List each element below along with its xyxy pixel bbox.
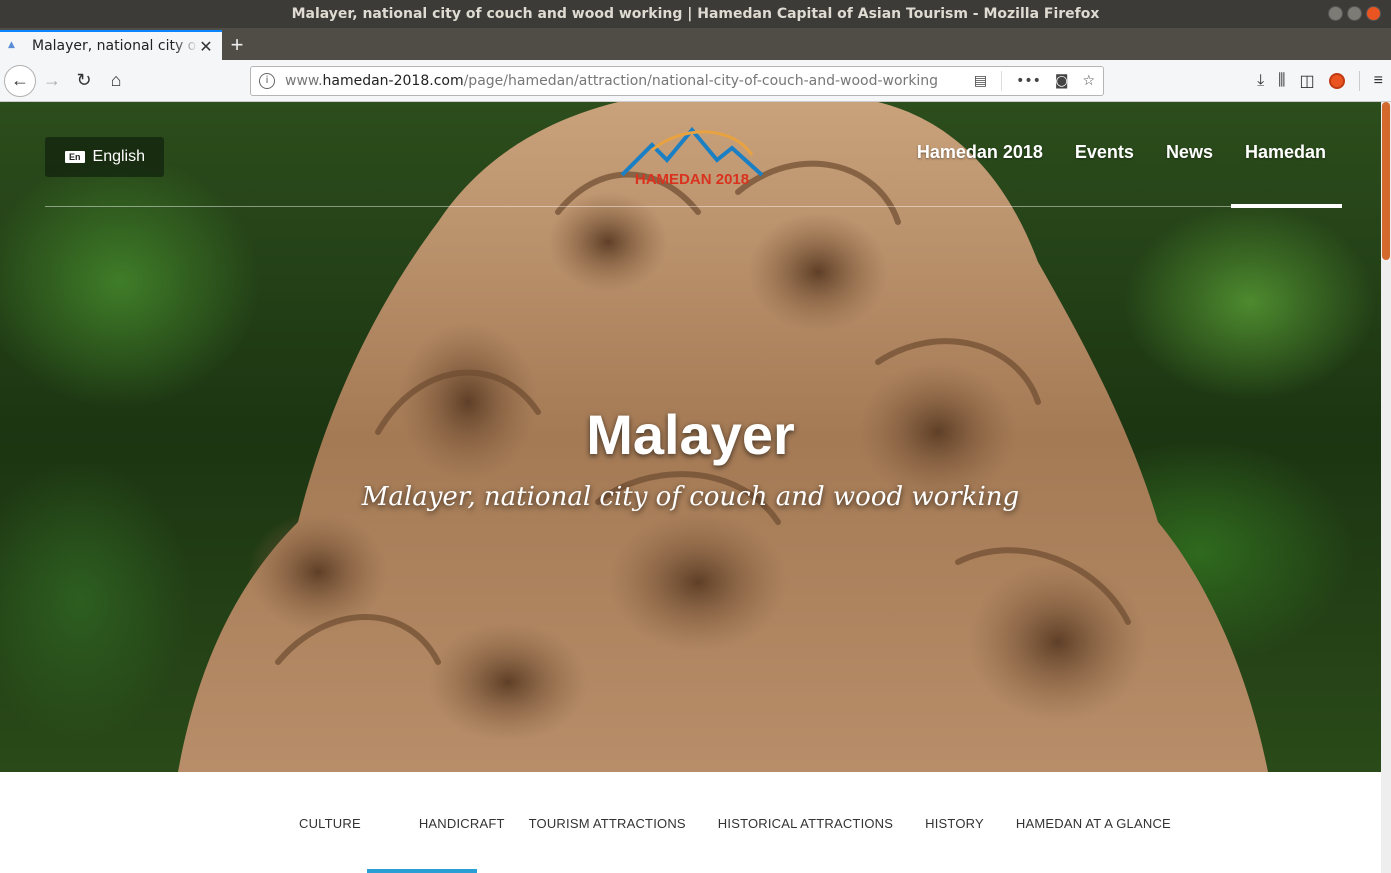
maximize-button[interactable] bbox=[1347, 6, 1362, 21]
reload-button[interactable]: ↻ bbox=[68, 65, 100, 97]
nav-events[interactable]: Events bbox=[1075, 142, 1134, 163]
logo-text: HAMEDAN 2018 bbox=[635, 171, 749, 188]
nav-hamedan-2018[interactable]: Hamedan 2018 bbox=[917, 142, 1043, 163]
page-actions-icon[interactable]: ••• bbox=[1016, 73, 1041, 89]
new-tab-button[interactable]: + bbox=[222, 30, 252, 60]
active-subnav-indicator bbox=[367, 869, 477, 873]
url-bar[interactable]: i www.hamedan-2018.com/page/hamedan/attr… bbox=[250, 66, 1104, 96]
bookmark-star-icon[interactable]: ☆ bbox=[1082, 73, 1095, 89]
page-scrollbar[interactable] bbox=[1381, 102, 1391, 873]
page-content: En English HAMEDAN 2018 Hamedan 2018 Eve… bbox=[0, 102, 1381, 873]
window-title: Malayer, national city of couch and wood… bbox=[291, 6, 1100, 22]
sidebar-icon[interactable]: ◫ bbox=[1300, 71, 1315, 91]
home-button[interactable]: ⌂ bbox=[100, 65, 132, 97]
active-nav-indicator bbox=[1231, 204, 1342, 208]
subnav-historical-attractions[interactable]: HISTORICAL ATTRACTIONS bbox=[702, 816, 909, 831]
url-prefix: www. bbox=[285, 73, 323, 89]
subnav-history[interactable]: HISTORY bbox=[909, 816, 1000, 831]
language-switcher[interactable]: En English bbox=[45, 137, 164, 177]
hero-title: Malayer bbox=[586, 403, 795, 466]
browser-tab[interactable]: ▲ Malayer, national city of couch and wo… bbox=[0, 30, 222, 60]
window-close-button[interactable] bbox=[1366, 6, 1381, 21]
nav-news[interactable]: News bbox=[1166, 142, 1213, 163]
forward-button[interactable]: → bbox=[36, 65, 68, 97]
minimize-button[interactable] bbox=[1328, 6, 1343, 21]
tab-close-icon[interactable]: ✕ bbox=[198, 37, 214, 56]
hamedan-2018-logo[interactable]: HAMEDAN 2018 bbox=[612, 120, 772, 200]
main-navigation: Hamedan 2018 Events News Hamedan bbox=[917, 142, 1326, 163]
subnav-culture[interactable]: CULTURE bbox=[283, 816, 377, 831]
subnav-handicraft[interactable]: HANDICRAFT bbox=[377, 816, 517, 831]
library-icon[interactable]: ⫼ bbox=[1278, 72, 1285, 90]
site-info-icon[interactable]: i bbox=[259, 73, 275, 89]
url-host: hamedan-2018.com bbox=[322, 73, 464, 89]
url-bar-actions: ▤ ••• ◙ ☆ bbox=[974, 71, 1095, 91]
subnav-tourism-attractions[interactable]: TOURISM ATTRACTIONS bbox=[517, 816, 702, 831]
site-favicon-icon: ▲ bbox=[8, 40, 15, 50]
section-navigation: CULTURE HANDICRAFT TOURISM ATTRACTIONS H… bbox=[0, 772, 1381, 873]
pocket-icon[interactable]: ◙ bbox=[1055, 73, 1069, 89]
toolbar-right: ⤓ ⫼ ◫ ≡ bbox=[1257, 66, 1383, 96]
scrollbar-thumb[interactable] bbox=[1382, 102, 1390, 260]
back-button[interactable]: ← bbox=[4, 64, 36, 97]
downloads-icon[interactable]: ⤓ bbox=[1257, 72, 1264, 90]
tab-bar: ▲ Malayer, national city of couch and wo… bbox=[0, 28, 1391, 60]
window-titlebar: Malayer, national city of couch and wood… bbox=[0, 0, 1391, 28]
tab-title: Malayer, national city of couch and wood… bbox=[32, 38, 198, 54]
hero-subtitle: Malayer, national city of couch and wood… bbox=[361, 482, 1020, 512]
url-separator bbox=[1001, 71, 1003, 91]
url-path: /page/hamedan/attraction/national-city-o… bbox=[463, 73, 939, 89]
subnav-hamedan-at-a-glance[interactable]: HAMEDAN AT A GLANCE bbox=[1000, 816, 1187, 831]
language-label: English bbox=[92, 148, 145, 165]
noscript-extension-icon[interactable] bbox=[1328, 73, 1345, 89]
english-flag-icon: En bbox=[65, 151, 85, 163]
hamburger-menu-icon[interactable]: ≡ bbox=[1374, 72, 1383, 90]
header-divider bbox=[45, 206, 1342, 207]
toolbar-separator bbox=[1358, 71, 1360, 91]
url-text[interactable]: www.hamedan-2018.com/page/hamedan/attrac… bbox=[285, 73, 974, 89]
reader-view-icon[interactable]: ▤ bbox=[974, 73, 987, 89]
window-controls bbox=[1328, 6, 1381, 21]
hero-banner: En English HAMEDAN 2018 Hamedan 2018 Eve… bbox=[0, 102, 1381, 772]
nav-hamedan[interactable]: Hamedan bbox=[1245, 142, 1326, 163]
